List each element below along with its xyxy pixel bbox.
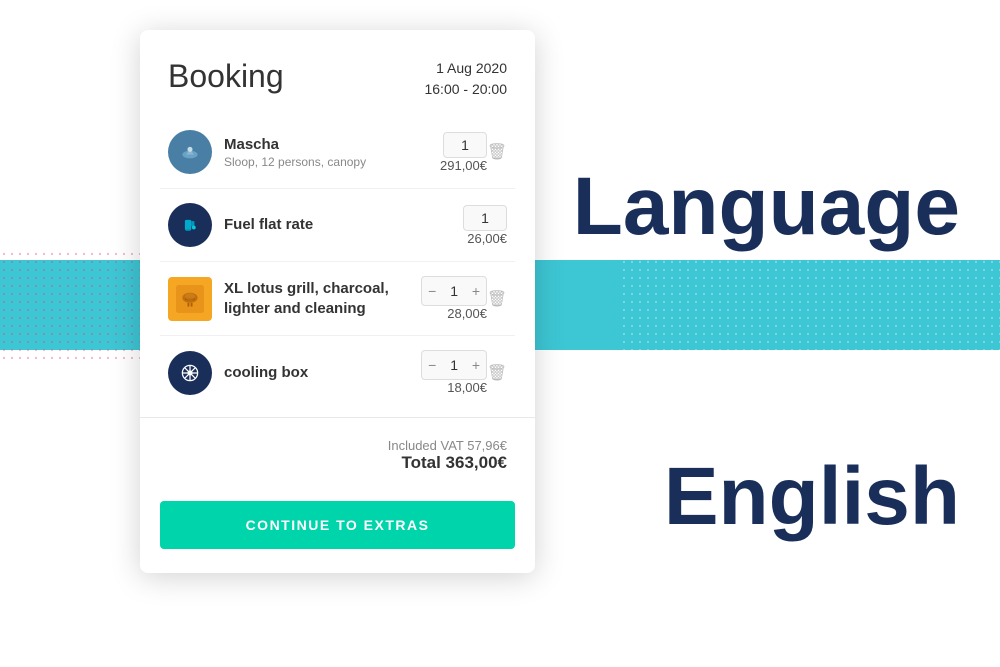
price-col-grill: − 1 + 28,00€ (421, 276, 487, 321)
item-price-fuel: 26,00€ (452, 231, 507, 246)
item-name-fuel: Fuel flat rate (224, 215, 446, 235)
price-col-fuel: 1 26,00€ (446, 205, 507, 246)
price-col-mascha: 1 291,00€ (426, 132, 487, 173)
booking-card: Booking 1 Aug 2020 16:00 - 20:00 Mascha … (140, 30, 535, 573)
item-name-grill: XL lotus grill, charcoal, lighter and cl… (224, 279, 421, 318)
qty-plus-grill[interactable]: + (466, 277, 486, 305)
qty-minus-grill[interactable]: − (422, 277, 442, 305)
qty-num-cooling: 1 (442, 357, 466, 373)
card-body: Mascha Sloop, 12 persons, canopy 1 291,0… (140, 116, 535, 409)
item-price-mascha: 291,00€ (432, 158, 487, 173)
language-label: Language (573, 160, 960, 254)
dot-overlay-right (620, 250, 1000, 360)
english-label: English (664, 450, 960, 544)
card-totals: Included VAT 57,96€ Total 363,00€ (140, 426, 535, 489)
card-footer: CONTINUE TO EXTRAS (140, 489, 535, 573)
boat-icon (168, 130, 212, 174)
item-row-cooling: cooling box − 1 + 18,00€ 🗑 (160, 336, 515, 409)
item-row-mascha: Mascha Sloop, 12 persons, canopy 1 291,0… (160, 116, 515, 189)
item-price-cooling: 18,00€ (432, 380, 487, 395)
item-row-fuel: Fuel flat rate 1 26,00€ (160, 189, 515, 262)
item-info-grill: XL lotus grill, charcoal, lighter and cl… (224, 279, 421, 318)
item-name-mascha: Mascha (224, 135, 426, 155)
dot-overlay-left (0, 250, 160, 360)
card-date: 1 Aug 2020 16:00 - 20:00 (424, 58, 507, 100)
price-col-cooling: − 1 + 18,00€ (421, 350, 487, 395)
qty-plus-cooling[interactable]: + (466, 351, 486, 379)
item-info-mascha: Mascha Sloop, 12 persons, canopy (224, 135, 426, 169)
card-header: Booking 1 Aug 2020 16:00 - 20:00 (140, 30, 535, 116)
vat-text: Included VAT 57,96€ (168, 438, 507, 453)
total-text: Total 363,00€ (168, 453, 507, 473)
item-desc-mascha: Sloop, 12 persons, canopy (224, 155, 426, 169)
qty-box-mascha: 1 (443, 132, 487, 158)
qty-box-fuel: 1 (463, 205, 507, 231)
cooling-icon (168, 351, 212, 395)
card-title: Booking (168, 58, 284, 95)
qty-num-grill: 1 (442, 283, 466, 299)
item-info-cooling: cooling box (224, 363, 421, 383)
item-info-fuel: Fuel flat rate (224, 215, 446, 235)
card-divider (140, 417, 535, 418)
fuel-icon (168, 203, 212, 247)
trash-icon-cooling[interactable]: 🗑 (487, 363, 507, 383)
item-row-grill: XL lotus grill, charcoal, lighter and cl… (160, 262, 515, 336)
trash-icon-grill[interactable]: 🗑 (487, 289, 507, 309)
continue-button[interactable]: CONTINUE TO EXTRAS (160, 501, 515, 549)
item-name-cooling: cooling box (224, 363, 421, 383)
item-price-grill: 28,00€ (432, 306, 487, 321)
qty-minus-cooling[interactable]: − (422, 351, 442, 379)
qty-controls-grill: − 1 + (421, 276, 487, 306)
qty-controls-cooling: − 1 + (421, 350, 487, 380)
trash-icon-mascha[interactable]: 🗑 (487, 142, 507, 162)
grill-icon (168, 277, 212, 321)
